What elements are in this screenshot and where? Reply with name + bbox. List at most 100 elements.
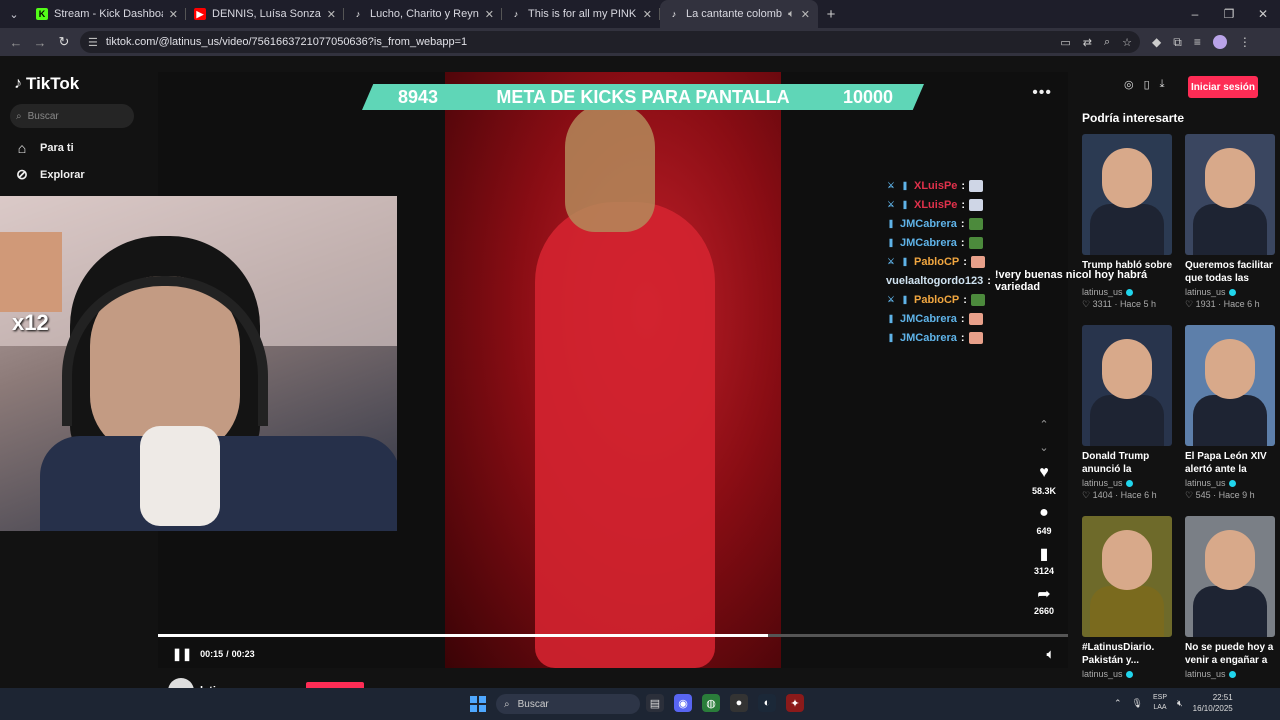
recommended-video-card[interactable]: Donald Trump anunció la reducció... latin… bbox=[1082, 325, 1172, 501]
recommended-video-card[interactable]: Queremos facilitar que todas las parej..… bbox=[1185, 134, 1275, 310]
close-tab-icon[interactable]: ✕ bbox=[801, 8, 810, 21]
device-icon[interactable]: ▯ bbox=[1144, 78, 1150, 91]
more-options-icon[interactable]: ••• bbox=[1032, 84, 1052, 102]
nav-item-para-ti[interactable]: ⌂ Para ti bbox=[14, 140, 74, 156]
bookmark-star-icon[interactable]: ☆ bbox=[1122, 36, 1132, 49]
url-bar[interactable]: ☰ tiktok.com/@latinus_us/video/756166372… bbox=[80, 31, 1140, 53]
reaction-sticker bbox=[0, 232, 62, 312]
kicks-label: META DE KICKS PARA PANTALLA bbox=[496, 86, 790, 107]
browser-tab[interactable]: K Stream - Kick Dashboard ✕ bbox=[28, 0, 186, 28]
media-control-icon[interactable]: ≡ bbox=[1194, 35, 1201, 49]
card-author[interactable]: latinus_us bbox=[1185, 669, 1275, 679]
card-title[interactable]: Queremos facilitar que todas las parej..… bbox=[1185, 259, 1275, 285]
speaker-muted-icon[interactable]: 🔇︎ bbox=[1177, 698, 1183, 709]
cast-icon[interactable]: ▭ bbox=[1060, 36, 1070, 49]
chevron-down-icon[interactable]: ⌄ bbox=[1039, 441, 1048, 454]
tab-search-button[interactable]: ⌄ bbox=[0, 0, 28, 28]
obs-icon[interactable]: ● bbox=[730, 694, 748, 712]
language-indicator[interactable]: ESP LAA bbox=[1153, 693, 1167, 713]
video-thumbnail[interactable] bbox=[1082, 516, 1172, 637]
recommended-video-card[interactable]: No se puede hoy a venir a engañar a la..… bbox=[1185, 516, 1275, 679]
pause-icon[interactable]: ❚❚ bbox=[172, 647, 192, 661]
close-tab-icon[interactable]: ✕ bbox=[643, 8, 652, 21]
chat-colon: : bbox=[963, 293, 967, 306]
video-thumbnail[interactable] bbox=[1185, 325, 1275, 446]
chat-emote-icon bbox=[969, 179, 984, 192]
kick-icon: K bbox=[36, 8, 48, 20]
card-author[interactable]: latinus_us bbox=[1082, 478, 1172, 488]
kicks-current: 8943 bbox=[397, 86, 439, 107]
new-tab-button[interactable]: + bbox=[818, 6, 844, 23]
video-frame[interactable] bbox=[445, 72, 781, 668]
file-explorer-icon[interactable]: ▤ bbox=[646, 694, 664, 712]
chevron-up-icon[interactable]: ⌃ bbox=[1039, 418, 1048, 431]
volume-icon[interactable]: 🔈︎ bbox=[1047, 647, 1054, 662]
minimize-button[interactable]: – bbox=[1178, 7, 1212, 21]
chat-badge-icon: ❚ bbox=[901, 181, 909, 190]
extension-icon[interactable]: ◆ bbox=[1152, 35, 1161, 49]
video-progress-bar[interactable] bbox=[158, 634, 1068, 637]
card-author[interactable]: latinus_us bbox=[1082, 669, 1172, 679]
reload-button[interactable]: ↻ bbox=[52, 34, 76, 50]
download-icon[interactable]: ⤓ bbox=[1160, 78, 1165, 91]
discord-icon[interactable]: ◉ bbox=[674, 694, 692, 712]
comment-count: 649 bbox=[1036, 526, 1052, 536]
chat-emote-icon bbox=[968, 217, 983, 230]
card-title[interactable]: No se puede hoy a venir a engañar a la..… bbox=[1185, 641, 1275, 667]
back-button[interactable]: ← bbox=[4, 35, 28, 50]
extensions-puzzle-icon[interactable]: ⧉ bbox=[1173, 35, 1182, 50]
translate-icon[interactable]: ⇄ bbox=[1083, 36, 1092, 49]
browser-tab[interactable]: ▶ DENNIS, Luísa Sonza - MOTINH ✕ bbox=[186, 0, 344, 28]
close-window-button[interactable]: ✕ bbox=[1246, 7, 1280, 21]
forward-button[interactable]: → bbox=[28, 35, 52, 50]
close-tab-icon[interactable]: ✕ bbox=[169, 8, 178, 21]
microphone-icon[interactable]: 🎙︎ bbox=[1132, 698, 1143, 709]
chevron-up-icon[interactable]: ⌃ bbox=[1114, 698, 1122, 709]
windows-start-button[interactable] bbox=[470, 696, 486, 712]
taskbar-search[interactable]: ⌕ Buscar bbox=[496, 694, 640, 714]
tab-title: Lucho, Charito y Reyna Pachas bbox=[370, 8, 479, 20]
video-thumbnail[interactable] bbox=[1082, 325, 1172, 446]
tiktok-icon: ♪ bbox=[513, 9, 519, 19]
clock[interactable]: 22:51 16/10/2025 bbox=[1193, 692, 1233, 714]
video-thumbnail[interactable] bbox=[1082, 134, 1172, 255]
comment-button[interactable]: ● 649 bbox=[1036, 504, 1051, 536]
browser-tab[interactable]: ♪ La cantante colombiana Ka 🔈︎ ✕ bbox=[660, 0, 818, 28]
game-icon[interactable]: ✦ bbox=[786, 694, 804, 712]
clock-date: 16/10/2025 bbox=[1192, 704, 1233, 713]
recommended-video-card[interactable]: #LatinusDiario. Pakistán y... latinus_us bbox=[1082, 516, 1172, 679]
card-title[interactable]: Donald Trump anunció la reducció... bbox=[1082, 450, 1172, 476]
card-author[interactable]: latinus_us bbox=[1185, 478, 1275, 488]
address-toolbar: ← → ↻ ☰ tiktok.com/@latinus_us/video/756… bbox=[0, 28, 1280, 56]
tiktok-logo[interactable]: ♪ TikTok bbox=[14, 74, 79, 94]
like-button[interactable]: ♥ 58.3K bbox=[1032, 464, 1056, 496]
card-likes: 1404 bbox=[1092, 490, 1113, 500]
heart-icon: ♥ bbox=[1039, 464, 1049, 481]
close-tab-icon[interactable]: ✕ bbox=[485, 8, 494, 21]
card-title[interactable]: El Papa León XIV alertó ante la ONU... bbox=[1185, 450, 1275, 476]
card-title[interactable]: #LatinusDiario. Pakistán y... bbox=[1082, 641, 1172, 667]
steam-icon[interactable]: ◐ bbox=[758, 694, 776, 712]
profile-avatar[interactable] bbox=[1212, 35, 1227, 49]
login-button[interactable]: Iniciar sesión bbox=[1188, 76, 1258, 98]
site-info-icon[interactable]: ☰ bbox=[88, 36, 98, 49]
chrome-icon[interactable]: ◍ bbox=[702, 694, 720, 712]
video-thumbnail[interactable] bbox=[1185, 516, 1275, 637]
save-button[interactable]: ▮ 3124 bbox=[1034, 544, 1054, 576]
nav-item-explorar[interactable]: ⊘ Explorar bbox=[14, 166, 85, 183]
maximize-button[interactable]: ❐ bbox=[1212, 7, 1246, 21]
share-icon: ➦ bbox=[1037, 586, 1051, 603]
recommended-video-card[interactable]: El Papa León XIV alertó ante la ONU... la… bbox=[1185, 325, 1275, 501]
browser-tab[interactable]: ♪ Lucho, Charito y Reyna Pachas ✕ bbox=[344, 0, 502, 28]
search-input[interactable]: ⌕ Buscar bbox=[10, 104, 134, 128]
share-button[interactable]: ➦ 2660 bbox=[1034, 584, 1054, 616]
webcam-scarf bbox=[140, 426, 220, 526]
compass-small-icon[interactable]: ◎ bbox=[1124, 78, 1134, 91]
close-tab-icon[interactable]: ✕ bbox=[327, 8, 336, 21]
card-author[interactable]: latinus_us bbox=[1185, 287, 1275, 297]
tab-audio-icon[interactable]: 🔈︎ bbox=[788, 8, 795, 21]
browser-menu-icon[interactable]: ⋮ bbox=[1239, 35, 1251, 49]
browser-tab[interactable]: ♪ This is for all my PINK girls, are ✕ bbox=[502, 0, 660, 28]
zoom-icon[interactable]: ⌕ bbox=[1104, 36, 1110, 49]
video-thumbnail[interactable] bbox=[1185, 134, 1275, 255]
